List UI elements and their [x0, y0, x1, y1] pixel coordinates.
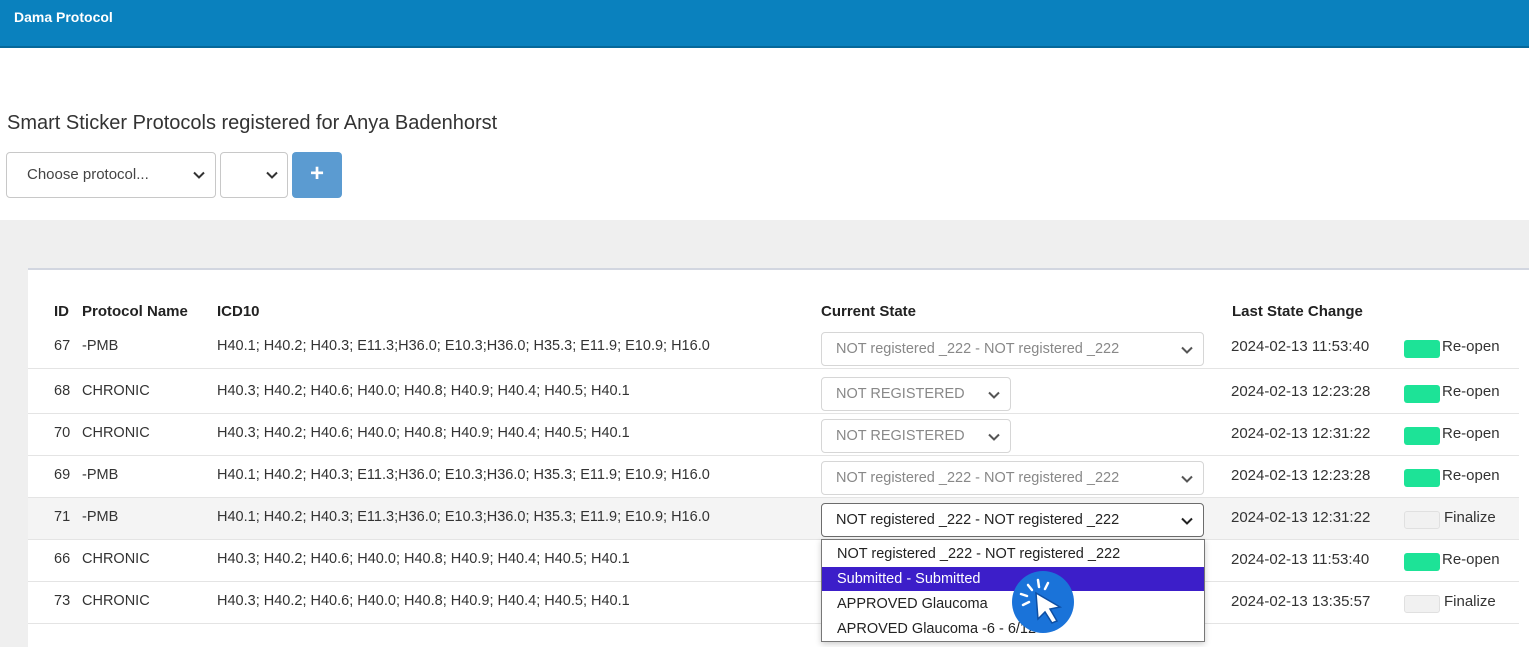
row-last-change: 2024-02-13 11:53:40: [1231, 338, 1370, 355]
row-protocol-name: CHRONIC: [82, 383, 150, 399]
top-bar: Dama Protocol: [0, 0, 1529, 48]
click-cursor-icon: [1012, 571, 1074, 633]
state-select[interactable]: NOT registered _222 - NOT registered _22…: [821, 332, 1204, 366]
protocol-select[interactable]: Choose protocol...: [6, 152, 216, 198]
row-last-change: 2024-02-13 12:31:22: [1231, 509, 1371, 526]
chevron-down-icon: [988, 433, 1000, 441]
row-id: 68: [54, 383, 71, 399]
row-id: 73: [54, 593, 71, 609]
finalize-toggle[interactable]: [1404, 511, 1440, 529]
chevron-down-icon: [266, 171, 278, 179]
row-action-label[interactable]: Re-open: [1442, 551, 1500, 568]
row-icd10: H40.1; H40.2; H40.3; E11.3;H36.0; E10.3;…: [217, 467, 710, 483]
dropdown-option[interactable]: NOT registered _222 - NOT registered _22…: [822, 542, 1204, 566]
state-select[interactable]: NOT registered _222 - NOT registered _22…: [821, 461, 1204, 495]
row-id: 67: [54, 338, 71, 354]
table-row: 70 CHRONIC H40.3; H40.2; H40.6; H40.0; H…: [28, 414, 1519, 456]
row-action-label[interactable]: Re-open: [1442, 467, 1500, 484]
row-protocol-name: -PMB: [82, 338, 119, 354]
chevron-down-icon: [1181, 346, 1193, 354]
row-icd10: H40.1; H40.2; H40.3; E11.3;H36.0; E10.3;…: [217, 338, 710, 354]
row-icd10: H40.3; H40.2; H40.6; H40.0; H40.8; H40.9…: [217, 425, 630, 441]
reopen-toggle[interactable]: [1404, 340, 1440, 358]
row-protocol-name: -PMB: [82, 467, 119, 483]
row-icd10: H40.3; H40.2; H40.6; H40.0; H40.8; H40.9…: [217, 551, 630, 567]
row-protocol-name: CHRONIC: [82, 593, 150, 609]
chevron-down-icon: [1181, 517, 1193, 525]
row-last-change: 2024-02-13 11:53:40: [1231, 551, 1370, 568]
row-last-change: 2024-02-13 12:31:22: [1231, 425, 1371, 442]
header-current-state: Current State: [821, 303, 917, 320]
state-select[interactable]: NOT REGISTERED: [821, 377, 1011, 411]
table-row: 68 CHRONIC H40.3; H40.2; H40.6; H40.0; H…: [28, 372, 1519, 414]
header-icd10: ICD10: [217, 303, 260, 320]
state-select-value: NOT registered _222 - NOT registered _22…: [836, 470, 1120, 486]
row-id: 69: [54, 467, 71, 483]
table-row: 71 -PMB H40.1; H40.2; H40.3; E11.3;H36.0…: [28, 498, 1519, 540]
state-select-value: NOT REGISTERED: [836, 428, 965, 444]
row-action-label[interactable]: Re-open: [1442, 425, 1500, 442]
reopen-toggle[interactable]: [1404, 469, 1440, 487]
header-last-state-change: Last State Change: [1232, 303, 1363, 320]
header-id: ID: [54, 303, 69, 320]
table-row: 69 -PMB H40.1; H40.2; H40.3; E11.3;H36.0…: [28, 456, 1519, 498]
chevron-down-icon: [1181, 475, 1193, 483]
chevron-down-icon: [988, 391, 1000, 399]
row-icd10: H40.3; H40.2; H40.6; H40.0; H40.8; H40.9…: [217, 383, 630, 399]
row-action-label[interactable]: Finalize: [1444, 509, 1496, 526]
row-action-label[interactable]: Finalize: [1444, 593, 1496, 610]
protocol-select-value: Choose protocol...: [27, 166, 149, 183]
row-protocol-name: CHRONIC: [82, 551, 150, 567]
row-action-label[interactable]: Re-open: [1442, 383, 1500, 400]
reopen-toggle[interactable]: [1404, 553, 1440, 571]
row-last-change: 2024-02-13 12:23:28: [1231, 383, 1371, 400]
app-title: Dama Protocol: [14, 9, 113, 25]
row-last-change: 2024-02-13 13:35:57: [1231, 593, 1371, 610]
state-select-value: NOT REGISTERED: [836, 386, 965, 402]
header-protocol-name: Protocol Name: [82, 303, 188, 320]
page-title: Smart Sticker Protocols registered for A…: [7, 112, 498, 134]
state-select-value: NOT registered _222 - NOT registered _22…: [836, 341, 1120, 357]
row-protocol-name: CHRONIC: [82, 425, 150, 441]
state-select[interactable]: NOT REGISTERED: [821, 419, 1011, 453]
reopen-toggle[interactable]: [1404, 427, 1440, 445]
table-row: 73 CHRONIC H40.3; H40.2; H40.6; H40.0; H…: [28, 582, 1519, 624]
row-icd10: H40.3; H40.2; H40.6; H40.0; H40.8; H40.9…: [217, 593, 630, 609]
finalize-toggle[interactable]: [1404, 595, 1440, 613]
table-row: 66 CHRONIC H40.3; H40.2; H40.6; H40.0; H…: [28, 540, 1519, 582]
row-id: 66: [54, 551, 71, 567]
add-protocol-button[interactable]: +: [292, 152, 342, 198]
row-icd10: H40.1; H40.2; H40.3; E11.3;H36.0; E10.3;…: [217, 509, 710, 525]
row-id: 71: [54, 509, 71, 525]
row-action-label[interactable]: Re-open: [1442, 338, 1500, 355]
row-protocol-name: -PMB: [82, 509, 119, 525]
reopen-toggle[interactable]: [1404, 385, 1440, 403]
row-last-change: 2024-02-13 12:23:28: [1231, 467, 1371, 484]
state-select-value: NOT registered _222 - NOT registered _22…: [836, 512, 1120, 528]
table-row: 67 -PMB H40.1; H40.2; H40.3; E11.3;H36.0…: [28, 327, 1519, 369]
row-id: 70: [54, 425, 71, 441]
secondary-select[interactable]: [220, 152, 288, 198]
chevron-down-icon: [193, 171, 205, 179]
state-select[interactable]: NOT registered _222 - NOT registered _22…: [821, 503, 1204, 537]
